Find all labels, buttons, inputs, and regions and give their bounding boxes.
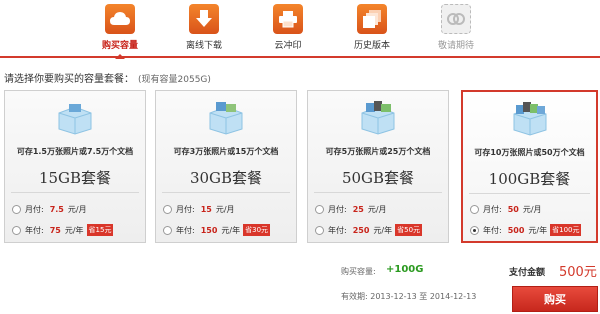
radio-button[interactable] (12, 205, 21, 214)
package-name: 15GB套餐 (38, 169, 112, 187)
yearly-option[interactable]: 年付: 250 元/年 省50元 (315, 224, 423, 236)
monthly-unit: 元/月 (522, 205, 542, 214)
stacked-files-icon (357, 4, 387, 34)
yearly-label: 年付: (176, 225, 195, 235)
top-toolbar: 购买容量 离线下载 云冲印 历史版本 敬请期待 (0, 0, 600, 59)
yearly-unit: 元/年 (221, 225, 241, 235)
yearly-price: 150 (200, 225, 218, 235)
monthly-option[interactable]: 月付: 15 元/月 (163, 204, 235, 215)
yearly-unit: 元/年 (528, 225, 548, 235)
validity-to: 2014-12-13 (429, 292, 477, 301)
select-package-prompt: 请选择你要购买的容量套餐： (现有容量2055G) (4, 70, 211, 85)
monthly-label: 月付: (483, 205, 502, 214)
radio-button[interactable] (163, 205, 172, 214)
monthly-price: 50 (507, 205, 519, 214)
monthly-option[interactable]: 月付: 25 元/月 (315, 204, 387, 215)
added-capacity-label: 购买容量: (341, 267, 376, 276)
validity-to-word: 至 (419, 292, 428, 301)
monthly-label: 月付: (328, 205, 347, 214)
package-name: 100GB套餐 (488, 170, 571, 188)
storage-box-icon (58, 104, 92, 135)
yearly-option[interactable]: 年付: 150 元/年 省30元 (163, 224, 271, 236)
package-description: 可存10万张照片或50万个文档 (474, 148, 585, 157)
divider (11, 192, 139, 193)
save-badge: 省30元 (243, 224, 271, 236)
save-badge: 省50元 (395, 224, 423, 236)
yearly-price: 75 (49, 225, 61, 235)
storage-box-icon (209, 102, 243, 135)
package-description: 可存1.5万张照片或7.5万个文档 (16, 147, 134, 156)
radio-button[interactable] (163, 225, 172, 235)
tool-label: 离线下载 (185, 41, 222, 51)
prompt-text: 请选择你要购买的容量套餐： (4, 74, 134, 85)
storage-box-icon (513, 102, 546, 136)
monthly-price: 15 (200, 205, 212, 214)
radio-button[interactable] (12, 225, 21, 235)
yearly-price: 250 (352, 225, 370, 235)
validity-row: 有效期: 2013-12-13 至 2014-12-13 (341, 291, 476, 302)
yearly-unit: 元/年 (373, 225, 393, 235)
package-card-15gb[interactable]: 可存1.5万张照片或7.5万个文档 15GB套餐 月付: 7.5 元/月 年付:… (4, 90, 146, 243)
current-capacity: (现有容量2055G) (138, 75, 211, 85)
yearly-option[interactable]: 年付: 75 元/年 省15元 (12, 224, 114, 236)
validity-from: 2013-12-13 (370, 292, 417, 301)
package-name: 30GB套餐 (189, 169, 263, 187)
monthly-option[interactable]: 月付: 7.5 元/月 (12, 204, 87, 215)
package-card-50gb[interactable]: 可存5万张照片或25万个文档 50GB套餐 月付: 25 元/月 年付: 250… (307, 90, 449, 243)
monthly-price: 7.5 (49, 205, 64, 214)
pay-amount-label: 支付金额 (509, 268, 546, 278)
tool-coming-soon: 敬请期待 (416, 4, 496, 51)
monthly-unit: 元/月 (367, 205, 387, 214)
monthly-unit: 元/月 (67, 205, 87, 214)
monthly-label: 月付: (176, 205, 195, 214)
tool-cloud-print[interactable]: 云冲印 (248, 4, 328, 51)
monthly-label: 月付: (25, 205, 44, 214)
divider (162, 192, 290, 193)
tool-label: 历史版本 (353, 41, 390, 51)
added-capacity-value: +100G (386, 264, 424, 275)
buy-button[interactable]: 购买 (512, 286, 598, 312)
radio-button-selected[interactable] (470, 225, 479, 235)
download-arrow-icon (189, 4, 219, 34)
radio-button[interactable] (315, 205, 324, 214)
placeholder-icon (441, 4, 471, 34)
tool-offline-download[interactable]: 离线下载 (164, 4, 244, 51)
monthly-option[interactable]: 月付: 50 元/月 (470, 204, 542, 215)
package-card-100gb[interactable]: 可存10万张照片或50万个文档 100GB套餐 月付: 50 元/月 年付: 5… (461, 90, 598, 243)
yearly-unit: 元/年 (64, 225, 84, 235)
monthly-unit: 元/月 (215, 205, 235, 214)
yearly-label: 年付: (483, 225, 502, 235)
yearly-label: 年付: (328, 225, 347, 235)
validity-label: 有效期: (341, 292, 368, 301)
tool-buy-capacity[interactable]: 购买容量 (80, 4, 160, 59)
pay-amount-value: 500元 (559, 265, 597, 280)
save-badge: 省100元 (550, 224, 582, 236)
package-description: 可存3万张照片或15万个文档 (173, 147, 279, 156)
yearly-price: 500 (507, 225, 525, 235)
tool-label: 购买容量 (101, 41, 138, 51)
radio-button[interactable] (315, 225, 324, 235)
tool-history-versions[interactable]: 历史版本 (332, 4, 412, 51)
storage-box-icon (361, 101, 395, 135)
divider (314, 192, 442, 193)
tool-label: 云冲印 (274, 41, 302, 51)
package-description: 可存5万张照片或25万个文档 (325, 147, 431, 156)
printer-icon (273, 4, 303, 34)
radio-button[interactable] (470, 205, 479, 214)
package-name: 50GB套餐 (341, 169, 415, 187)
divider (469, 193, 590, 194)
tool-label: 敬请期待 (437, 41, 474, 51)
yearly-option[interactable]: 年付: 500 元/年 省100元 (470, 224, 582, 236)
save-badge: 省15元 (86, 224, 114, 236)
yearly-label: 年付: (25, 225, 44, 235)
cloud-icon (105, 4, 135, 34)
monthly-price: 25 (352, 205, 364, 214)
package-card-30gb[interactable]: 可存3万张照片或15万个文档 30GB套餐 月付: 15 元/月 年付: 150… (155, 90, 297, 243)
